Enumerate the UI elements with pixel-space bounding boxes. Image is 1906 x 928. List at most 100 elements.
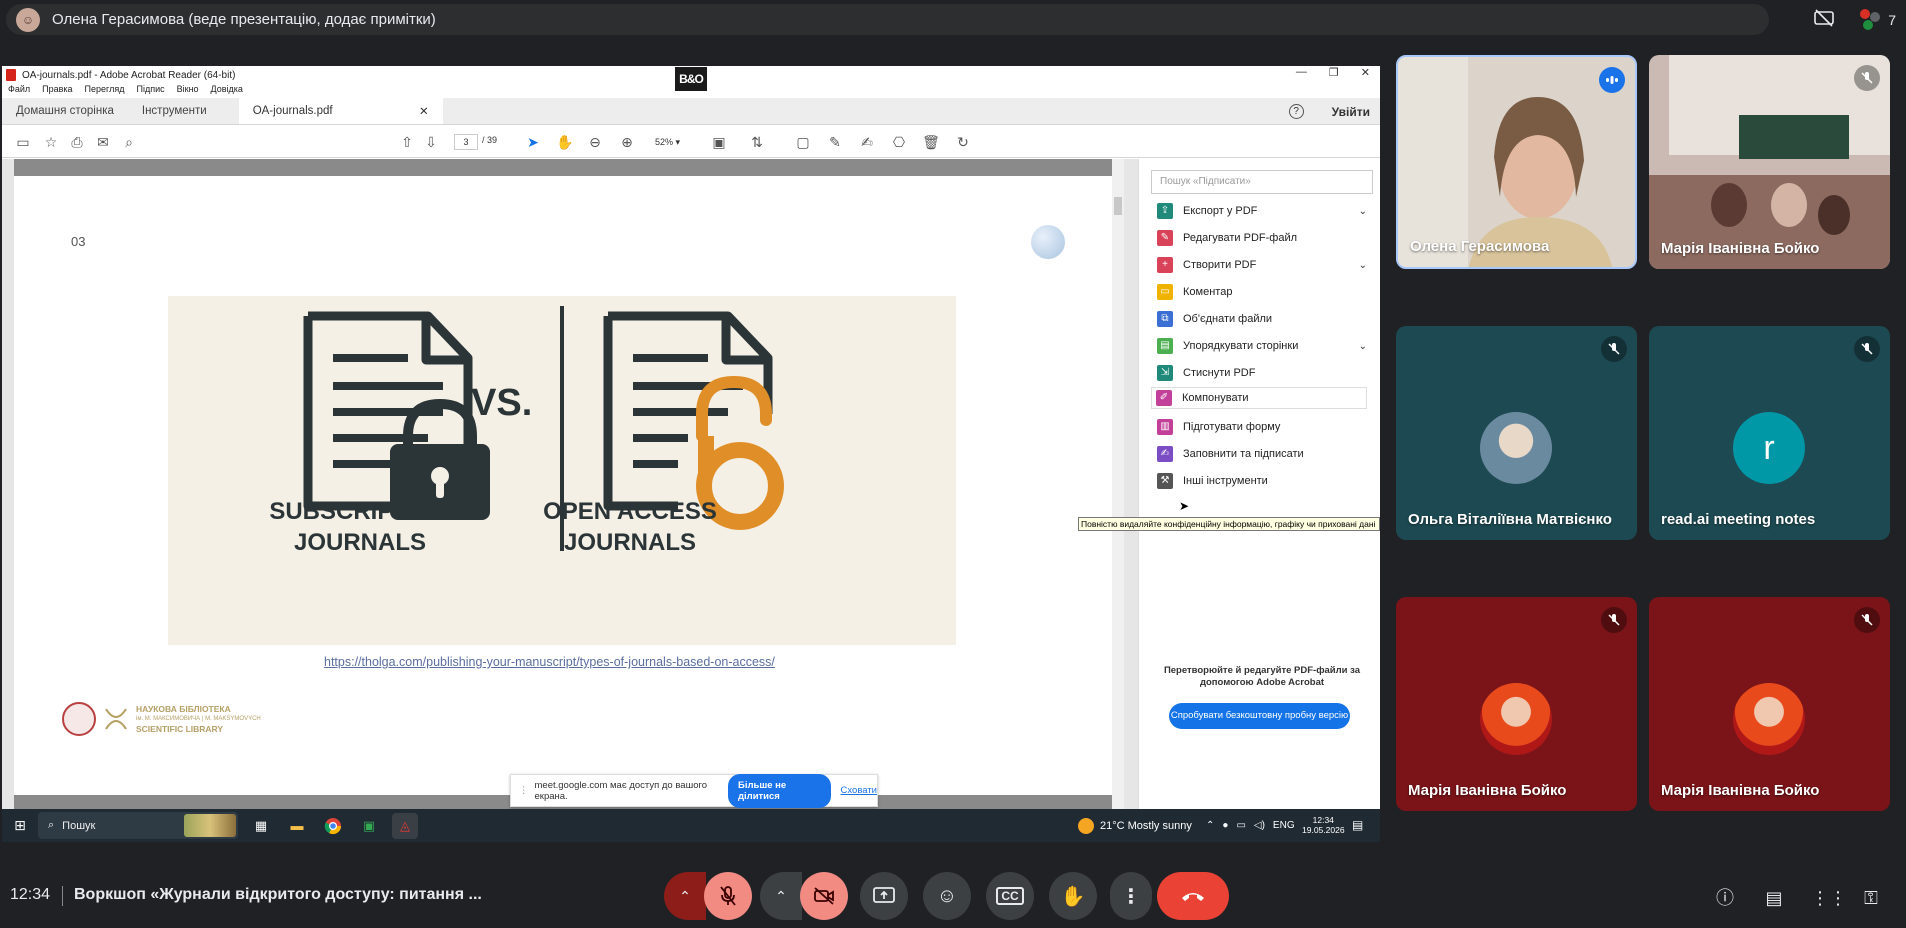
- prev-page-icon[interactable]: ⇧: [398, 133, 416, 151]
- page-number-input[interactable]: 3: [454, 134, 478, 150]
- menu-edit[interactable]: Правка: [42, 84, 72, 98]
- menu-help[interactable]: Довідка: [211, 84, 243, 98]
- tool-more-tools[interactable]: ⚒ Інші інструменти: [1157, 471, 1367, 491]
- tool-prepare-form[interactable]: ▥ Підготувати форму: [1157, 417, 1367, 437]
- scroll-mode-icon[interactable]: ⇅: [748, 133, 766, 151]
- delete-icon[interactable]: 🗑: [922, 133, 940, 151]
- tool-edit-pdf[interactable]: ✎ Редагувати PDF-файл: [1157, 228, 1367, 248]
- search-icon[interactable]: ⌕: [120, 133, 138, 151]
- meeting-info-icon[interactable]: ⓘ: [1713, 886, 1737, 910]
- participants-button[interactable]: 7: [1860, 8, 1896, 31]
- chat-icon[interactable]: ▤: [1762, 886, 1786, 910]
- tool-create-pdf[interactable]: + Створити PDF ⌄: [1157, 255, 1367, 275]
- video-options-button[interactable]: ⌃: [760, 872, 802, 920]
- free-trial-button[interactable]: Спробувати безкоштовну пробну версію: [1169, 703, 1350, 729]
- camera-toggle-button[interactable]: [800, 872, 848, 920]
- mic-off-icon: [1601, 607, 1627, 633]
- notifications-icon[interactable]: ▤: [1352, 818, 1363, 832]
- close-window-icon[interactable]: ✕: [1361, 66, 1370, 79]
- next-page-icon[interactable]: ⇩: [422, 133, 440, 151]
- stamp-icon[interactable]: ⎔: [890, 133, 908, 151]
- participant-tile[interactable]: Ольга Віталіївна Матвієнко: [1396, 326, 1637, 540]
- document-scrollbar-thumb[interactable]: [1114, 197, 1122, 215]
- rotate-icon[interactable]: ↻: [954, 133, 972, 151]
- drag-handle-icon[interactable]: ⋮: [519, 785, 529, 796]
- zoom-in-icon[interactable]: ⊕: [618, 133, 636, 151]
- taskbar-clock[interactable]: 12:34 19.05.2026: [1302, 815, 1345, 835]
- edit-pdf-icon: ✎: [1157, 230, 1173, 246]
- audio-options-button[interactable]: ⌃: [664, 872, 706, 920]
- chevron-down-icon[interactable]: ⌄: [1359, 260, 1367, 271]
- acrobat-taskbar-icon[interactable]: ◬: [392, 812, 418, 839]
- language-indicator[interactable]: ENG: [1273, 820, 1295, 831]
- tool-compose[interactable]: ✐ Компонувати: [1151, 387, 1367, 409]
- tool-export-pdf[interactable]: ⇪ Експорт у PDF ⌄: [1157, 201, 1367, 221]
- help-icon[interactable]: ?: [1288, 104, 1304, 119]
- participant-tile[interactable]: Марія Іванівна Бойко: [1396, 597, 1637, 811]
- zoom-out-icon[interactable]: ⊖: [586, 133, 604, 151]
- windows-start-icon[interactable]: ⊞: [2, 817, 38, 834]
- fit-page-icon[interactable]: ▣: [710, 133, 728, 151]
- file-explorer-icon[interactable]: ▬: [284, 813, 310, 839]
- tray-mic-icon[interactable]: ●: [1222, 820, 1228, 831]
- tool-fill-sign[interactable]: ✍ Заповнити та підписати: [1157, 444, 1367, 464]
- mic-toggle-button[interactable]: [704, 872, 752, 920]
- reactions-button[interactable]: ☺: [923, 872, 971, 920]
- menu-view[interactable]: Перегляд: [85, 84, 125, 98]
- hide-banner-link[interactable]: Сховати: [841, 785, 877, 796]
- raise-hand-button[interactable]: ✋: [1049, 872, 1097, 920]
- more-options-button[interactable]: ⋮: [1110, 872, 1152, 920]
- meet-app-icon[interactable]: ▣: [356, 813, 382, 839]
- menu-file[interactable]: Файл: [8, 84, 30, 98]
- tool-compress-pdf[interactable]: ⇲ Стиснути PDF: [1157, 363, 1367, 383]
- task-view-icon[interactable]: ▦: [248, 813, 274, 839]
- participant-tile[interactable]: Олена Герасимова: [1396, 55, 1637, 269]
- minimize-icon[interactable]: —: [1296, 66, 1307, 79]
- activities-icon[interactable]: ⋮⋮: [1811, 886, 1847, 910]
- stop-sharing-button[interactable]: Більше не ділитися: [727, 773, 831, 808]
- sign-icon[interactable]: ✍: [858, 133, 876, 151]
- menu-window[interactable]: Вікно: [177, 84, 199, 98]
- tool-organize-pages[interactable]: ▤ Упорядкувати сторінки ⌄: [1157, 336, 1367, 356]
- leave-call-button[interactable]: [1157, 872, 1229, 920]
- weather-widget[interactable]: 21°C Mostly sunny: [1078, 809, 1192, 842]
- save-icon[interactable]: ▭: [14, 133, 32, 151]
- tab-home[interactable]: Домашня сторінка: [2, 97, 128, 124]
- chevron-down-icon[interactable]: ⌄: [1359, 206, 1367, 217]
- document-scrollbar[interactable]: [1112, 159, 1124, 809]
- maximize-icon[interactable]: ❐: [1329, 66, 1339, 79]
- tray-chevron-icon[interactable]: ⌃: [1206, 820, 1214, 831]
- windows-search-box[interactable]: ⌕ Пошук: [38, 812, 238, 839]
- print-icon[interactable]: ⎙: [68, 133, 86, 151]
- host-controls-icon[interactable]: ⚿: [1859, 886, 1883, 910]
- close-tab-icon[interactable]: ✕: [419, 104, 429, 118]
- hide-self-view-icon[interactable]: [1814, 9, 1835, 30]
- chrome-icon[interactable]: [320, 813, 346, 839]
- source-link[interactable]: https://tholga.com/publishing-your-manus…: [324, 655, 775, 669]
- participant-name: Олена Герасимова: [1410, 238, 1550, 255]
- comment-icon[interactable]: ▢: [794, 133, 812, 151]
- tool-comment[interactable]: ▭ Коментар: [1157, 282, 1367, 302]
- acrobat-tabs-right: ? Увійти: [1288, 98, 1370, 125]
- network-icon[interactable]: ▭: [1236, 820, 1245, 831]
- menu-sign[interactable]: Підпис: [137, 84, 165, 98]
- volume-icon[interactable]: ◁): [1254, 820, 1265, 831]
- tool-combine-files[interactable]: ⧉ Об'єднати файли: [1157, 309, 1367, 329]
- tab-tools[interactable]: Інструменти: [128, 97, 221, 124]
- captions-button[interactable]: CC: [986, 872, 1034, 920]
- chevron-down-icon[interactable]: ⌄: [1359, 341, 1367, 352]
- bookmark-star-icon[interactable]: ☆: [42, 133, 60, 151]
- participant-tile[interactable]: r read.ai meeting notes: [1649, 326, 1890, 540]
- select-cursor-icon[interactable]: ➤: [524, 133, 542, 151]
- tools-search-input[interactable]: Пошук «Підписати»: [1151, 170, 1373, 194]
- pen-icon[interactable]: ✎: [826, 133, 844, 151]
- email-icon[interactable]: ✉: [94, 133, 112, 151]
- hand-tool-icon[interactable]: ✋: [556, 133, 574, 151]
- signin-button[interactable]: Увійти: [1332, 105, 1370, 119]
- present-screen-button[interactable]: [860, 872, 908, 920]
- participant-tile[interactable]: Марія Іванівна Бойко: [1649, 597, 1890, 811]
- participant-tile[interactable]: Марія Іванівна Бойко: [1649, 55, 1890, 269]
- tab-document[interactable]: OA-journals.pdf ✕: [238, 97, 443, 124]
- windows-taskbar: ⊞ ⌕ Пошук ▦ ▬ ▣ ◬ 21°C Mostly sunny ⌃ ● …: [2, 809, 1380, 842]
- zoom-select[interactable]: 52% ▾: [649, 134, 693, 150]
